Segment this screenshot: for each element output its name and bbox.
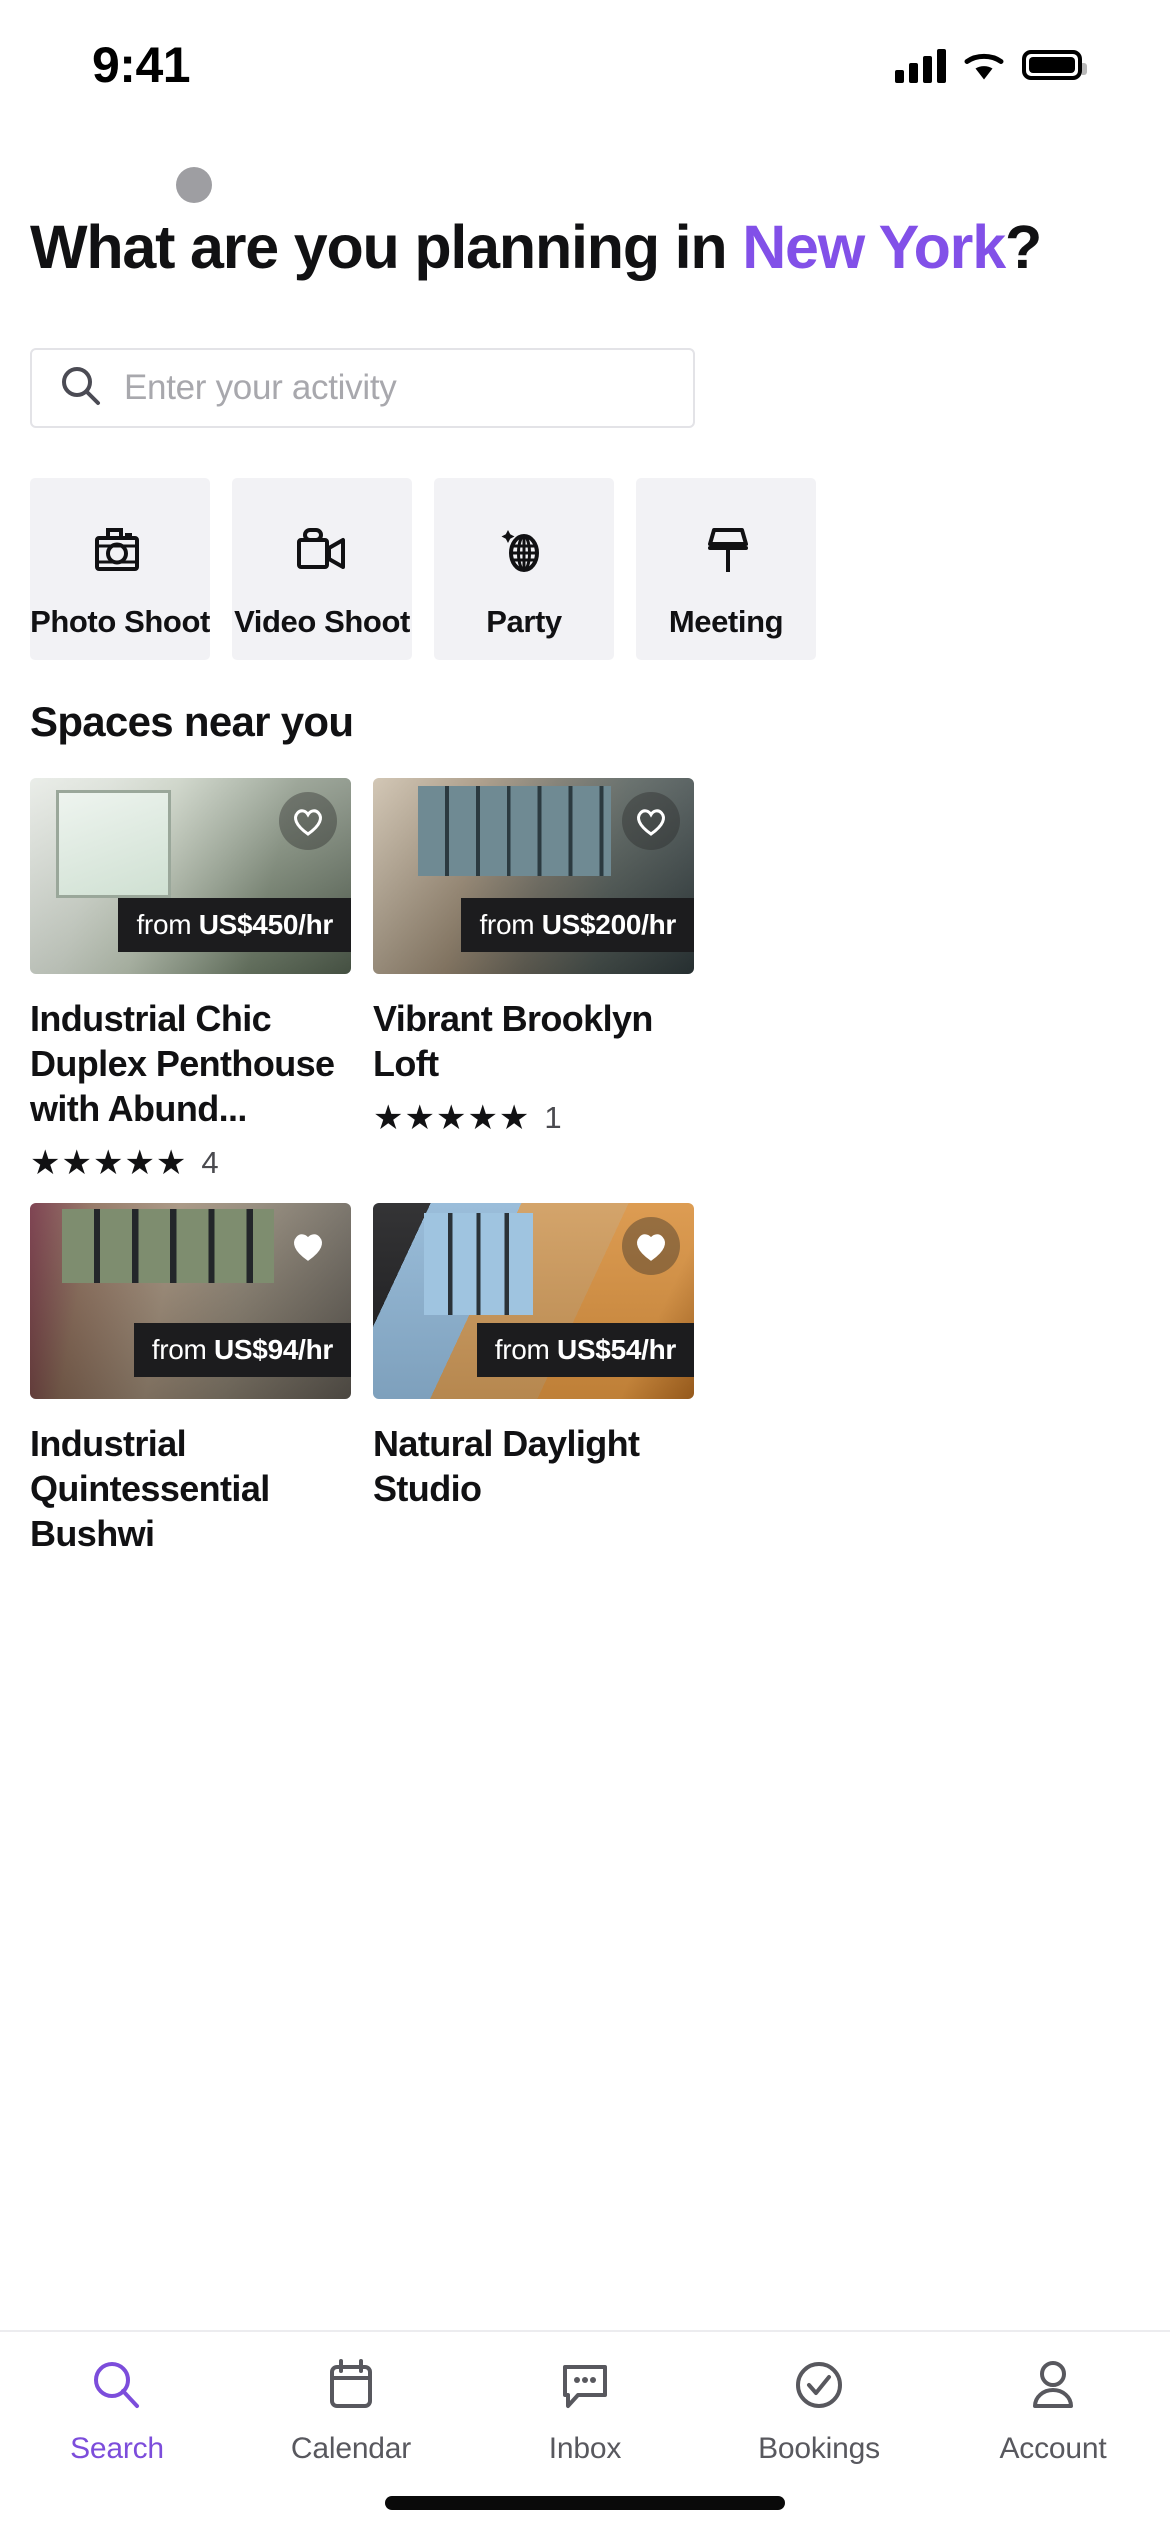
category-chip-label: Meeting — [668, 604, 784, 639]
check-circle-icon — [792, 2356, 846, 2414]
listing-card[interactable]: from US$450/hr Industrial Chic Duplex Pe… — [30, 778, 351, 1181]
price-prefix: from — [136, 909, 199, 940]
status-time: 9:41 — [92, 37, 191, 93]
price-badge: from US$200/hr — [461, 898, 694, 952]
heart-icon — [637, 1233, 665, 1261]
favorite-button[interactable] — [279, 792, 337, 850]
category-chip-photo-shoot[interactable]: Photo Shoot — [30, 478, 210, 660]
listing-title: Industrial Quintessential Bushwi — [30, 1423, 270, 1554]
price-amount: US$54/hr — [557, 1334, 676, 1365]
price-amount: US$200/hr — [541, 909, 677, 940]
home-indicator — [385, 2496, 785, 2510]
listing-rating: ★★★★★ 4 — [30, 1145, 351, 1181]
wifi-icon — [962, 48, 1006, 82]
tab-bookings[interactable]: Bookings — [702, 2356, 936, 2466]
listing-thumbnail[interactable]: from US$54/hr — [373, 1203, 694, 1399]
listing-title: Vibrant Brooklyn Loft — [373, 998, 653, 1084]
tab-label: Inbox — [548, 2432, 622, 2465]
person-icon — [1027, 2356, 1079, 2414]
tab-account[interactable]: Account — [936, 2356, 1170, 2466]
page-title: What are you planning in New York? — [30, 212, 1120, 283]
favorite-button[interactable] — [622, 792, 680, 850]
heart-icon — [637, 808, 665, 836]
content-scroll-area[interactable]: What are you planning in New York? Enter… — [0, 130, 1170, 2400]
listing-thumbnail[interactable]: from US$450/hr — [30, 778, 351, 974]
price-badge: from US$450/hr — [118, 898, 351, 952]
price-amount: US$94/hr — [214, 1334, 333, 1365]
price-badge: from US$94/hr — [133, 1323, 351, 1377]
listing-card[interactable]: from US$54/hr Natural Daylight Studio — [373, 1203, 694, 1556]
search-input[interactable]: Enter your activity — [30, 348, 695, 428]
heart-icon — [294, 808, 322, 836]
listing-card[interactable]: from US$200/hr Vibrant Brooklyn Loft ★★★… — [373, 778, 694, 1181]
listing-card[interactable]: from US$94/hr Industrial Quintessential … — [30, 1203, 351, 1556]
status-icons — [895, 47, 1087, 83]
section-title-spaces-near-you: Spaces near you — [30, 698, 354, 745]
category-chip-video-shoot[interactable]: Video Shoot — [232, 478, 412, 660]
tab-search[interactable]: Search — [0, 2356, 234, 2466]
price-amount: US$450/hr — [198, 909, 334, 940]
tab-label: Calendar — [290, 2432, 412, 2465]
tab-label: Search — [70, 2432, 164, 2465]
lamp-icon — [698, 522, 754, 578]
headline-suffix: ? — [1004, 213, 1042, 281]
price-prefix: from — [151, 1334, 214, 1365]
tab-calendar[interactable]: Calendar — [234, 2356, 468, 2466]
avatar[interactable] — [176, 167, 212, 203]
listing-thumbnail[interactable]: from US$94/hr — [30, 1203, 351, 1399]
status-bar: 9:41 — [0, 0, 1170, 130]
cellular-signal-icon — [895, 47, 946, 83]
review-count: 4 — [201, 1145, 219, 1180]
search-placeholder: Enter your activity — [124, 368, 397, 407]
calendar-icon — [325, 2356, 377, 2414]
favorite-button[interactable] — [622, 1217, 680, 1275]
listing-title: Natural Daylight Studio — [373, 1423, 640, 1509]
camera-icon — [92, 522, 148, 578]
category-chip-label: Video Shoot — [234, 604, 410, 639]
star-rating-icon: ★★★★★ — [30, 1144, 188, 1182]
tab-label: Account — [999, 2432, 1107, 2465]
search-icon — [90, 2356, 144, 2414]
category-chip-label: Party — [486, 604, 562, 639]
price-prefix: from — [494, 1334, 557, 1365]
listing-grid: from US$450/hr Industrial Chic Duplex Pe… — [30, 778, 1140, 1556]
heart-icon — [294, 1233, 322, 1261]
video-camera-icon — [293, 522, 351, 578]
category-chip-party[interactable]: Party — [434, 478, 614, 660]
search-icon — [60, 365, 102, 412]
favorite-button[interactable] — [279, 1217, 337, 1275]
tab-inbox[interactable]: Inbox — [468, 2356, 702, 2466]
battery-icon — [1022, 50, 1087, 80]
category-chip-row[interactable]: Photo Shoot Video Shoot Party Meeting — [0, 478, 1170, 660]
listing-title: Industrial Chic Duplex Penthouse with Ab… — [30, 998, 335, 1129]
price-badge: from US$54/hr — [476, 1323, 694, 1377]
headline-prefix: What are you planning in — [30, 213, 743, 281]
disco-ball-icon — [496, 522, 552, 578]
app-screen: 9:41 What are you planning in New York? … — [0, 0, 1170, 2532]
price-prefix: from — [479, 909, 542, 940]
star-rating-icon: ★★★★★ — [373, 1099, 531, 1137]
listing-thumbnail[interactable]: from US$200/hr — [373, 778, 694, 974]
headline-city: New York — [742, 213, 1006, 281]
category-chip-meeting[interactable]: Meeting — [636, 478, 816, 660]
tab-label: Bookings — [758, 2432, 880, 2465]
listing-rating: ★★★★★ 1 — [373, 1100, 694, 1136]
category-chip-label: Photo Shoot — [30, 604, 210, 639]
review-count: 1 — [544, 1100, 562, 1135]
chat-bubble-icon — [558, 2356, 612, 2414]
